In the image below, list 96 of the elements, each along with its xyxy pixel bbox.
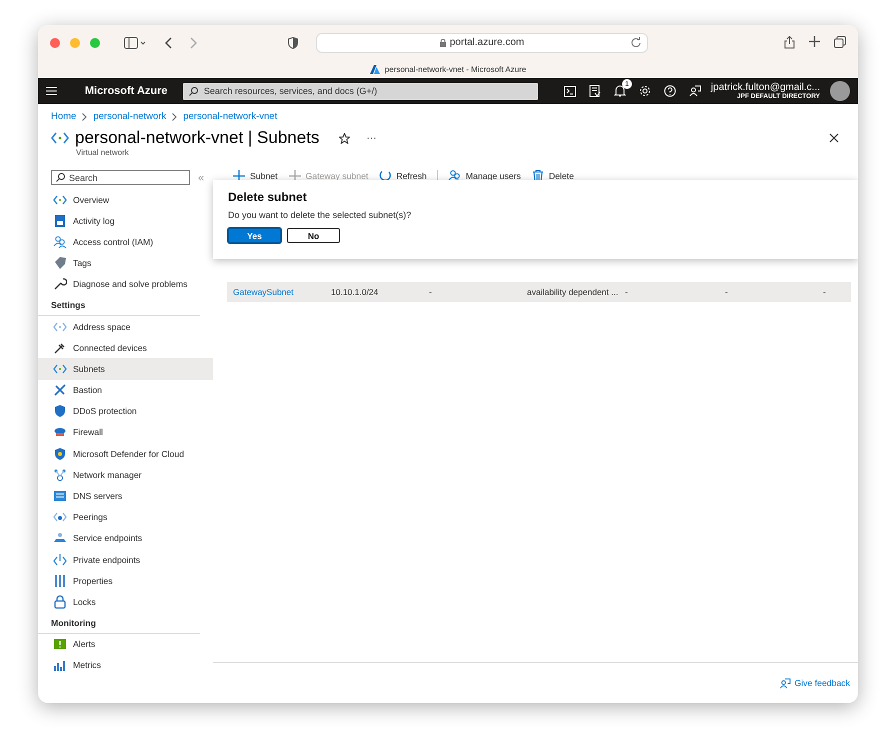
sidebar-item[interactable]: Bastion <box>38 380 213 401</box>
shield-icon[interactable] <box>288 36 298 48</box>
table-cell-text: - <box>429 287 433 297</box>
sidebar-item[interactable]: Microsoft Defender for Cloud <box>38 443 213 464</box>
sidebar-item[interactable]: Alerts <box>38 634 213 655</box>
sidebar-item[interactable]: Address space <box>38 316 213 338</box>
page-subtitle: Virtual network <box>75 148 130 157</box>
settings-icon[interactable] <box>638 85 651 97</box>
tabs-overview-icon[interactable] <box>834 36 846 48</box>
sidebar-item[interactable]: Diagnose and solve problems <box>38 274 213 295</box>
plus-icon <box>232 169 246 183</box>
network-icon <box>53 468 67 482</box>
more-button[interactable]: ··· <box>366 132 376 144</box>
refresh-icon <box>378 169 392 183</box>
sidebar-toggle-icon[interactable] <box>124 36 146 48</box>
notification-bell-icon[interactable] <box>614 85 626 97</box>
lock-icon <box>440 38 446 46</box>
new-tab-icon[interactable] <box>809 36 820 47</box>
subnet-link[interactable]: GatewaySubnet <box>233 287 331 297</box>
virtual-network-icon <box>51 132 69 144</box>
sidebar-search-field[interactable]: Search <box>51 170 190 185</box>
section-heading: Monitoring <box>38 612 200 634</box>
breadcrumb-link[interactable]: Home <box>51 111 76 122</box>
feedback-link[interactable]: Give feedback <box>779 678 850 688</box>
sidebar-item[interactable]: Metrics <box>38 654 213 676</box>
sidebar-item[interactable]: Service endpoints <box>38 528 213 549</box>
terminal-icon[interactable] <box>564 86 576 96</box>
sidebar-item[interactable]: Firewall <box>38 422 213 444</box>
sidebar-item[interactable]: Tags <box>38 252 213 274</box>
toolbar-button[interactable]: Subnet <box>232 169 278 183</box>
plug-icon <box>53 340 67 355</box>
people-icon <box>53 234 67 249</box>
table-cell-text: - <box>625 287 629 297</box>
sidebar-item[interactable]: Subnets <box>38 358 213 380</box>
toolbar-button[interactable]: Refresh <box>378 169 427 183</box>
avatar[interactable] <box>830 81 850 101</box>
cross-icon <box>53 383 67 398</box>
sidebar-item[interactable]: Overview <box>38 189 213 210</box>
page-title: personal-network-vnet | Subnets <box>75 128 320 148</box>
address-bar[interactable]: portal.azure.com <box>316 32 648 52</box>
tab-title[interactable]: personal-network-vnet - Microsoft Azure <box>384 64 526 74</box>
table-row[interactable]: GatewaySubnet 10.10.1.0/24 - availability dependent ... - - - <box>227 282 851 302</box>
cancel-button[interactable]: No <box>287 228 340 243</box>
help-icon[interactable] <box>664 85 676 97</box>
breadcrumb-link[interactable]: personal-network <box>93 111 166 122</box>
lock-icon <box>53 594 67 609</box>
brand-name[interactable]: Microsoft Azure <box>84 85 173 97</box>
share-icon[interactable] <box>784 36 795 49</box>
tag-icon <box>53 256 67 270</box>
sidebar-item[interactable]: DNS servers <box>38 485 213 507</box>
feedback-icon[interactable] <box>688 85 701 97</box>
chevron-icon <box>172 112 178 120</box>
back-icon[interactable] <box>164 36 172 48</box>
shield-icon <box>53 404 67 418</box>
sidebar-item[interactable]: Activity log <box>38 210 213 232</box>
sidebar-item[interactable]: Network manager <box>38 464 213 486</box>
confirm-button[interactable]: Yes <box>228 228 281 243</box>
section-heading: Settings <box>38 294 200 316</box>
close-window-button[interactable] <box>50 38 60 48</box>
azure-logo-icon <box>370 64 380 74</box>
dialog-message: Do you want to delete the selected subnet(s)? <box>228 210 412 220</box>
directory-filter-icon[interactable] <box>588 85 601 97</box>
plus-icon <box>288 169 302 183</box>
table-cell-text: - <box>725 287 729 297</box>
sidebar-item[interactable]: Locks <box>38 591 213 613</box>
wrench-icon <box>53 277 67 292</box>
close-icon[interactable] <box>829 133 839 143</box>
sidebar-item[interactable]: Properties <box>38 570 213 592</box>
feedback-icon <box>779 678 792 688</box>
log-icon <box>53 214 67 228</box>
sidebar-item[interactable]: DDoS protection <box>38 400 213 422</box>
search-icon <box>188 86 198 96</box>
people-icon <box>448 169 462 183</box>
breadcrumb-link[interactable]: personal-network-vnet <box>183 111 278 122</box>
sidebar-item[interactable]: Connected devices <box>38 337 213 358</box>
search-field[interactable]: Search resources, services, and docs (G+/) <box>182 82 538 100</box>
toolbar-button[interactable]: Manage users <box>448 169 521 183</box>
shield-icon <box>53 446 67 461</box>
chevron-icon <box>82 112 88 120</box>
search-icon <box>56 173 65 182</box>
account-email[interactable]: jpatrick.fulton@gmail.c... <box>710 82 820 93</box>
sidebar-item[interactable]: Peerings <box>38 506 213 528</box>
code-brackets-icon <box>53 552 67 567</box>
table-cell-text: - <box>823 287 827 297</box>
dialog-title: Delete subnet <box>228 190 308 204</box>
table-cell-text: 10.10.1.0/24 <box>331 287 380 297</box>
bar-chart-icon <box>53 658 67 672</box>
sidebar-item[interactable]: Access control (IAM) <box>38 231 213 253</box>
server-icon <box>53 489 67 504</box>
alert-icon <box>53 637 67 652</box>
reload-icon[interactable] <box>631 36 641 46</box>
menu-icon[interactable] <box>46 87 57 95</box>
sliders-icon <box>53 574 67 588</box>
table-cell-text: availability dependent ... <box>527 287 620 297</box>
sidebar-item[interactable]: Private endpoints <box>38 549 213 570</box>
star-icon[interactable] <box>339 132 350 144</box>
